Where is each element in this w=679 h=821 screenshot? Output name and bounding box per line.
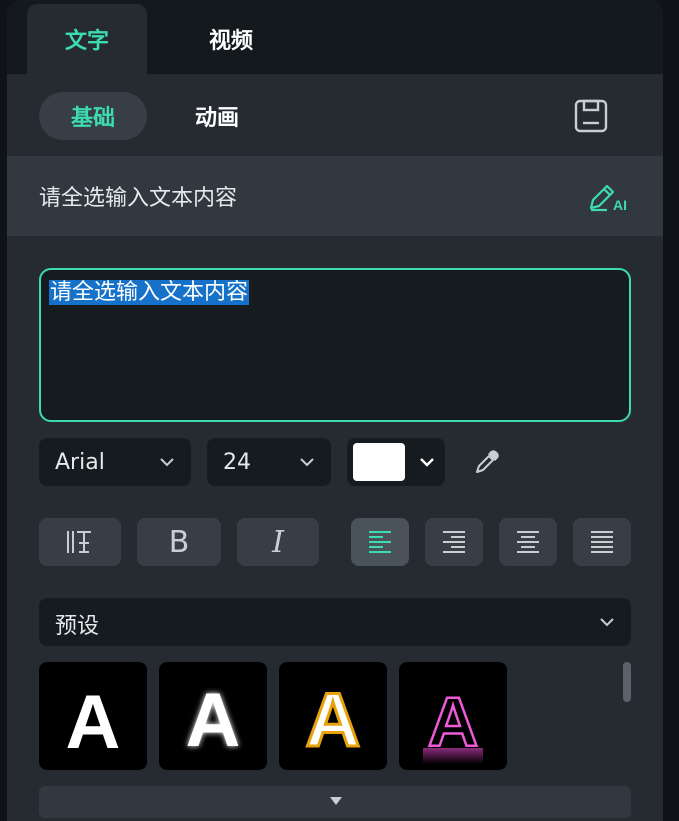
text-prompt-bar: 请全选输入文本内容 AI — [7, 156, 663, 236]
preset-scrollbar[interactable] — [623, 662, 631, 702]
align-right-icon — [443, 531, 465, 553]
italic-icon: I — [272, 524, 284, 560]
selected-text[interactable]: 请全选输入文本内容 — [49, 280, 250, 305]
preset-dropdown[interactable]: 预设 — [39, 598, 631, 646]
text-style-thumbnail: A — [304, 677, 362, 765]
text-spacing-button[interactable] — [39, 518, 121, 566]
text-style-thumbnail: A — [66, 680, 121, 765]
svg-text:A: A — [428, 683, 479, 761]
svg-text:A: A — [186, 678, 241, 763]
font-family-dropdown[interactable]: Arial — [39, 438, 191, 486]
ai-write-icon[interactable]: AI — [587, 180, 629, 214]
align-center-icon — [517, 531, 539, 553]
ai-label: AI — [613, 197, 627, 213]
expand-presets-button[interactable] — [39, 786, 631, 818]
preset-grid: A A A A — [39, 662, 631, 770]
chevron-down-icon — [420, 458, 434, 467]
style-row: B I — [7, 518, 663, 566]
text-panel: 文字 视频 基础 动画 请全选输入文本内容 AI 请全选输入文本内容 Arial… — [7, 0, 663, 821]
font-color-dropdown[interactable] — [347, 438, 445, 486]
font-family-value: Arial — [55, 449, 105, 475]
align-left-button[interactable] — [351, 518, 409, 566]
text-style-thumbnail: A — [186, 678, 241, 763]
svg-text:A: A — [306, 678, 361, 763]
align-justify-button[interactable] — [573, 518, 631, 566]
text-content-input[interactable]: 请全选输入文本内容 — [39, 268, 631, 422]
font-row: Arial 24 — [7, 438, 663, 486]
font-size-dropdown[interactable]: 24 — [207, 438, 331, 486]
chevron-down-icon — [300, 458, 314, 467]
preset-gold-outline[interactable]: A — [279, 662, 387, 770]
text-style-thumbnail: A — [423, 682, 483, 764]
align-justify-icon — [591, 531, 613, 553]
chevron-down-icon — [600, 618, 614, 627]
preset-label: 预设 — [55, 614, 100, 639]
subtab-basic[interactable]: 基础 — [39, 92, 147, 140]
tab-text[interactable]: 文字 — [27, 4, 147, 74]
preset-white-glow[interactable]: A — [159, 662, 267, 770]
align-right-button[interactable] — [425, 518, 483, 566]
chevron-down-icon — [160, 458, 174, 467]
preset-pink-neon-outline[interactable]: A — [399, 662, 507, 770]
save-preset-icon[interactable] — [573, 98, 609, 134]
caret-down-icon — [330, 797, 342, 805]
preset-white-solid[interactable]: A — [39, 662, 147, 770]
tab-video[interactable]: 视频 — [171, 4, 291, 74]
top-tab-bar: 文字 视频 — [7, 0, 663, 74]
sub-tab-bar: 基础 动画 — [7, 74, 663, 156]
letter-spacing-icon — [67, 531, 91, 553]
color-swatch — [353, 443, 405, 481]
prompt-text: 请全选输入文本内容 — [39, 186, 238, 211]
subtab-animation[interactable]: 动画 — [167, 92, 267, 140]
svg-text:A: A — [66, 680, 121, 765]
eyedropper-icon[interactable] — [473, 448, 501, 476]
align-center-button[interactable] — [499, 518, 557, 566]
font-size-value: 24 — [223, 449, 251, 475]
italic-button[interactable]: I — [237, 518, 319, 566]
align-left-icon — [369, 531, 391, 553]
bold-button[interactable]: B — [137, 518, 221, 566]
bold-icon: B — [168, 524, 190, 560]
